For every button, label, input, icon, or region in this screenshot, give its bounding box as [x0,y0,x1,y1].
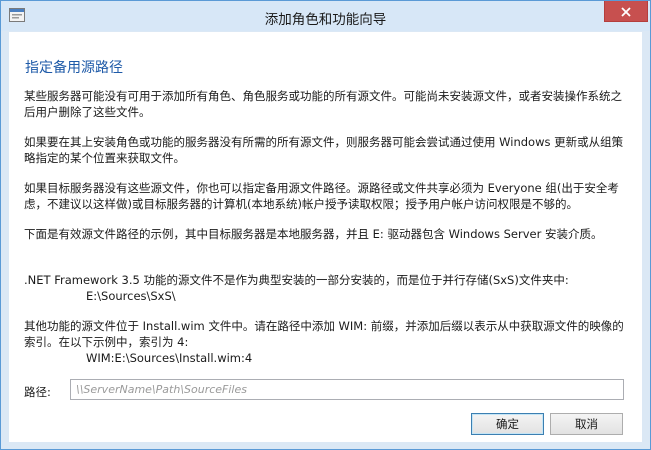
netfx-text: .NET Framework 3.5 功能的源文件不是作为典型安装的一部分安装的… [24,273,569,287]
dialog-content: 指定备用源路径 某些服务器可能没有可用于添加所有角色、角色服务或功能的所有源文件… [9,32,642,442]
wizard-window: 添加角色和功能向导 指定备用源路径 某些服务器可能没有可用于添加所有角色、角色服… [0,0,651,450]
alternate-path-paragraph: 如果目标服务器没有这些源文件，你也可以指定备用源文件路径。源路径或文件共享必须为… [24,181,619,211]
window-title: 添加角色和功能向导 [264,12,387,28]
close-button[interactable] [604,1,648,22]
ok-button[interactable]: 确定 [471,413,544,435]
wim-paragraph: 其他功能的源文件位于 Install.wim 文件中。请在路径中添加 WIM: … [24,318,624,366]
cancel-button[interactable]: 取消 [550,413,623,435]
wim-example-path: WIM:E:\Sources\Install.wim:4 [86,351,253,365]
intro-paragraph: 某些服务器可能没有可用于添加所有角色、角色服务或功能的所有源文件。可能尚未安装源… [24,89,622,119]
example-intro-paragraph: 下面是有效源文件路径的示例，其中目标服务器是本地服务器，并且 E: 驱动器包含 … [24,227,603,241]
close-icon [621,2,631,21]
netfx-example-path: E:\Sources\SxS\ [86,289,176,303]
netfx-paragraph: .NET Framework 3.5 功能的源文件不是作为典型安装的一部分安装的… [24,272,624,304]
page-heading: 指定备用源路径 [25,60,123,76]
path-input[interactable] [70,379,624,400]
path-label: 路径: [24,385,51,399]
wim-text: 其他功能的源文件位于 Install.wim 文件中。请在路径中添加 WIM: … [24,319,624,349]
windows-update-paragraph: 如果要在其上安装角色或功能的服务器没有所需的所有源文件，则服务器可能会尝试通过使… [24,135,624,165]
title-bar[interactable]: 添加角色和功能向导 [1,1,650,31]
